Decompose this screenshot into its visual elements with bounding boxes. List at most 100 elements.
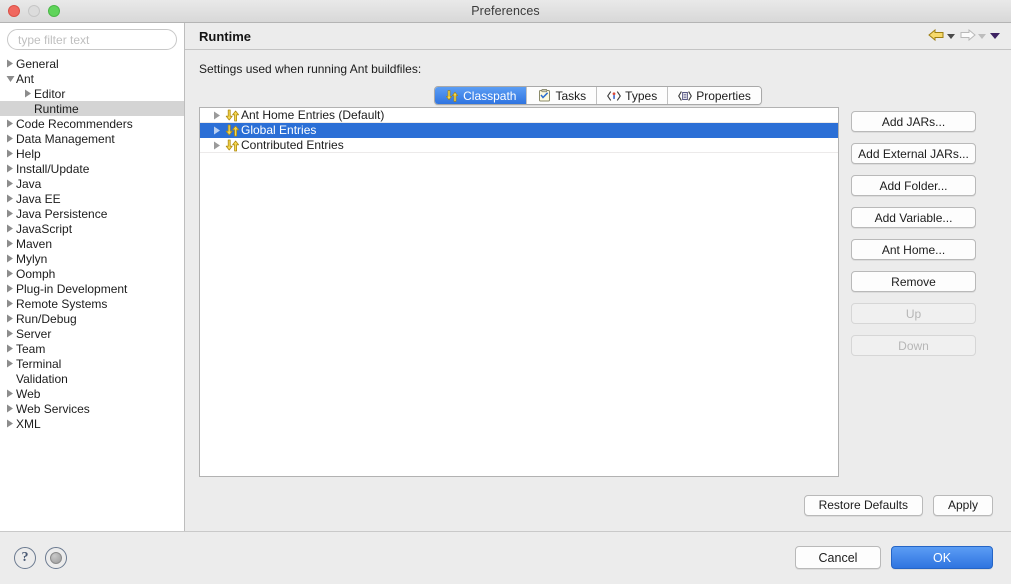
tab-label: Tasks [555,88,587,103]
forward-button[interactable] [958,28,987,45]
classpath-entry-label: Contributed Entries [241,138,344,152]
down-button: Down [851,335,976,356]
sidebar-item-general[interactable]: General [0,56,184,71]
close-window-icon[interactable] [8,5,20,17]
main-content: Settings used when running Ant buildfile… [185,50,1011,485]
tab-tasks[interactable]: Tasks [527,87,598,104]
sidebar-item-oomph[interactable]: Oomph [0,266,184,281]
sidebar-item-plug-in-development[interactable]: Plug-in Development [0,281,184,296]
chevron-right-icon[interactable] [4,269,16,278]
add-jars-button[interactable]: Add JARs... [851,111,976,132]
chevron-right-icon[interactable] [4,194,16,203]
chevron-right-icon[interactable] [4,419,16,428]
chevron-right-icon[interactable] [4,359,16,368]
sidebar-item-web-services[interactable]: Web Services [0,401,184,416]
preferences-tree[interactable]: General Ant Editor Runtime Code Recommenders… [0,54,184,531]
tab-properties[interactable]: Properties [668,87,761,104]
chevron-right-icon[interactable] [4,344,16,353]
restore-defaults-button[interactable]: Restore Defaults [803,494,923,516]
chevron-right-icon[interactable] [4,299,16,308]
ant-home-button[interactable]: Ant Home... [851,239,976,260]
page-title: Runtime [199,28,251,44]
chevron-right-icon[interactable] [4,119,16,128]
minimize-window-icon[interactable] [28,5,40,17]
sidebar-item-web[interactable]: Web [0,386,184,401]
tab-classpath[interactable]: Classpath [435,87,528,104]
chevron-right-icon[interactable] [4,404,16,413]
chevron-down-icon[interactable] [4,75,16,83]
filter-input[interactable] [7,29,177,50]
remove-button[interactable]: Remove [851,271,976,292]
tab-types[interactable]: Types [597,87,669,104]
sidebar-item-code-recommenders[interactable]: Code Recommenders [0,116,184,131]
chevron-right-icon[interactable] [4,179,16,188]
sidebar-item-label: Remote Systems [16,296,108,311]
chevron-right-icon[interactable] [4,314,16,323]
chevron-right-icon[interactable] [4,389,16,398]
sidebar-item-server[interactable]: Server [0,326,184,341]
add-external-jars-button[interactable]: Add External JARs... [851,143,976,164]
sidebar-item-help[interactable]: Help [0,146,184,161]
navigation-buttons [927,28,1001,45]
classpath-entry-row[interactable]: Global Entries [200,123,838,138]
chevron-right-icon[interactable] [4,284,16,293]
view-menu-button[interactable] [989,33,1001,39]
sidebar-item-label: JavaScript [16,221,73,236]
sidebar-item-label: Maven [16,236,53,251]
chevron-right-icon[interactable] [4,149,16,158]
classpath-entries-list[interactable]: Ant Home Entries (Default) Global Entries… [199,107,839,477]
sidebar-item-editor[interactable]: Editor [0,86,184,101]
maximize-window-icon[interactable] [48,5,60,17]
apply-button[interactable]: Apply [932,494,993,516]
sidebar-item-xml[interactable]: XML [0,416,184,431]
classpath-entry-row[interactable]: Ant Home Entries (Default) [200,108,838,123]
chevron-right-icon[interactable] [4,224,16,233]
tab-bar[interactable]: Classpath Tasks Types Properties [434,86,762,105]
chevron-right-icon[interactable] [210,111,224,120]
chevron-right-icon[interactable] [4,239,16,248]
help-button[interactable]: ? [14,546,36,569]
forward-dropdown-icon[interactable] [978,33,986,39]
sidebar-item-run-debug[interactable]: Run/Debug [0,311,184,326]
back-button[interactable] [927,28,956,45]
sidebar-item-remote-systems[interactable]: Remote Systems [0,296,184,311]
sidebar-item-data-management[interactable]: Data Management [0,131,184,146]
sidebar-item-validation[interactable]: Validation [0,371,184,386]
chevron-right-icon[interactable] [210,141,224,150]
add-variable-button[interactable]: Add Variable... [851,207,976,228]
chevron-right-icon[interactable] [22,89,34,98]
chevron-right-icon[interactable] [210,126,224,135]
sidebar-item-label: Mylyn [16,251,48,266]
sidebar-item-team[interactable]: Team [0,341,184,356]
chevron-right-icon[interactable] [4,329,16,338]
sidebar-item-mylyn[interactable]: Mylyn [0,251,184,266]
apply-and-close-button[interactable] [45,546,67,569]
sidebar-item-java-ee[interactable]: Java EE [0,191,184,206]
round-dot-icon [50,551,62,564]
sidebar-item-runtime[interactable]: Runtime [0,101,184,116]
sidebar-item-terminal[interactable]: Terminal [0,356,184,371]
chevron-right-icon[interactable] [4,209,16,218]
sidebar-item-java-persistence[interactable]: Java Persistence [0,206,184,221]
ok-button[interactable]: OK [891,546,993,569]
classpath-entry-row[interactable]: Contributed Entries [200,138,838,153]
classpath-entry-icon [224,109,241,122]
sidebar-item-label: Editor [34,86,66,101]
sidebar-item-label: Code Recommenders [16,116,133,131]
sidebar-item-javascript[interactable]: JavaScript [0,221,184,236]
back-dropdown-icon[interactable] [947,33,955,39]
sidebar-item-label: General [16,56,59,71]
chevron-right-icon[interactable] [4,59,16,68]
sidebar-item-install-update[interactable]: Install/Update [0,161,184,176]
sidebar-item-ant[interactable]: Ant [0,71,184,86]
chevron-right-icon[interactable] [4,254,16,263]
tab-label: Classpath [463,88,517,103]
classpath-entry-icon [224,124,241,137]
chevron-right-icon[interactable] [4,164,16,173]
add-folder-button[interactable]: Add Folder... [851,175,976,196]
sidebar-item-maven[interactable]: Maven [0,236,184,251]
sidebar-item-java[interactable]: Java [0,176,184,191]
cancel-button[interactable]: Cancel [795,546,881,569]
help-question-icon: ? [21,549,29,565]
chevron-right-icon[interactable] [4,134,16,143]
